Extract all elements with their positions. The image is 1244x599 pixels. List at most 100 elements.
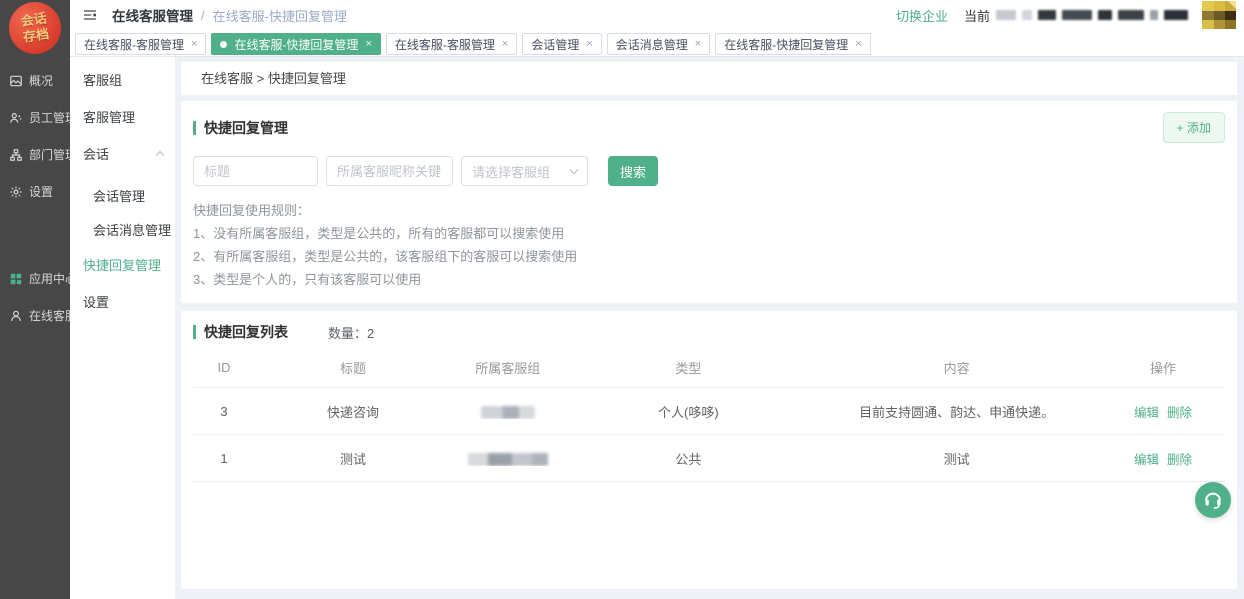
edit-link[interactable]: 编辑 [1134, 453, 1159, 467]
brand-logo: 会话 存档 [6, 0, 65, 57]
delete-link[interactable]: 删除 [1167, 406, 1192, 420]
close-icon[interactable]: × [365, 38, 371, 50]
app-window: 会话 存档 概况 员工管理 部门管理 设置 应用中心 [0, 0, 1244, 599]
subnav-label: 快捷回复管理 [83, 255, 161, 274]
redacted-group-name [481, 406, 535, 419]
secondary-sidebar: 客服组 客服管理 会话 会话管理 会话消息管理 快捷回复管理 [70, 57, 175, 599]
add-button[interactable]: + 添加 [1163, 112, 1225, 143]
table-row: 1 测试 公共 测试 编辑删除 [193, 435, 1225, 482]
tab-label: 在线客服-客服管理 [84, 36, 184, 53]
cell-actions: 编辑删除 [1101, 402, 1225, 421]
count-badge: 数量：2 [328, 323, 374, 342]
staff-icon [9, 111, 23, 125]
chevron-up-icon [156, 151, 164, 159]
primary-sidebar: 会话 存档 概况 员工管理 部门管理 设置 应用中心 [0, 0, 70, 599]
primary-nav: 概况 员工管理 部门管理 设置 应用中心 在线客服 [0, 62, 70, 334]
tab-session-mgmt[interactable]: 会话管理 × [522, 33, 601, 55]
subnav-label: 会话消息管理 [93, 220, 171, 239]
tab-label: 会话消息管理 [616, 36, 688, 53]
close-icon[interactable]: × [191, 38, 197, 50]
page-breadcrumb: 在线客服 > 快捷回复管理 [181, 62, 1237, 95]
subnav-item-quick-reply-mgmt[interactable]: 快捷回复管理 [70, 246, 175, 283]
sidebar-item-app-center[interactable]: 应用中心 [0, 260, 70, 297]
subnav-item-session[interactable]: 会话 [70, 135, 175, 172]
redacted-group-name [468, 453, 548, 466]
close-icon[interactable]: × [695, 38, 701, 50]
tab-online-service-agent-mgmt-2[interactable]: 在线客服-客服管理 × [386, 33, 517, 55]
subnav-item-settings[interactable]: 设置 [70, 283, 175, 320]
title-search-input[interactable] [193, 156, 318, 186]
edit-link[interactable]: 编辑 [1134, 406, 1159, 420]
tab-online-service-agent-mgmt[interactable]: 在线客服-客服管理 × [75, 33, 206, 55]
agent-nickname-keyword-input[interactable] [326, 156, 453, 186]
close-icon[interactable]: × [586, 38, 592, 50]
cell-title: 快递咨询 [255, 402, 451, 421]
sidebar-item-overview[interactable]: 概况 [0, 62, 70, 99]
chevron-down-icon [570, 165, 578, 173]
quick-reply-table: ID 标题 所属客服组 类型 内容 操作 3 快递咨询 个人(哆哆) [193, 348, 1225, 482]
subnav-item-session-mgmt[interactable]: 会话管理 [70, 178, 175, 212]
breadcrumb-current: 在线客服-快捷回复管理 [213, 6, 347, 25]
title-accent-bar [193, 325, 196, 339]
brand-logo-line2: 存档 [22, 26, 50, 45]
cell-content: 目前支持圆通、韵达、申通快递。 [812, 402, 1101, 421]
cell-type: 个人(哆哆) [565, 402, 813, 421]
title-accent-bar [193, 121, 196, 135]
sidebar-item-online-service[interactable]: 在线客服 [0, 297, 70, 334]
switch-company-link[interactable]: 切换企业 [896, 6, 948, 25]
customer-service-fab[interactable] [1195, 482, 1231, 518]
search-button[interactable]: 搜索 [608, 156, 658, 186]
user-avatar[interactable] [1202, 1, 1236, 29]
quick-reply-list-card: 快捷回复列表 数量：2 ID 标题 所属客服组 类型 内容 操作 [181, 311, 1237, 589]
sidebar-spacer [0, 210, 70, 260]
sidebar-item-settings[interactable]: 设置 [0, 173, 70, 210]
subnav-label: 客服管理 [83, 107, 135, 126]
col-header-group: 所属客服组 [451, 358, 565, 377]
usage-rules: 快捷回复使用规则： 1、没有所属客服组，类型是公共的，所有的客服都可以搜索使用 … [193, 199, 1225, 291]
active-dot-icon [220, 41, 227, 48]
sidebar-item-staff[interactable]: 员工管理 [0, 99, 70, 136]
delete-link[interactable]: 删除 [1167, 453, 1192, 467]
col-header-id: ID [193, 360, 255, 375]
main-content: 在线客服 > 快捷回复管理 快捷回复管理 + 添加 请选择客服组 [175, 57, 1244, 599]
subnav-item-session-message-mgmt[interactable]: 会话消息管理 [70, 212, 175, 246]
rule-line: 1、没有所属客服组，类型是公共的，所有的客服都可以搜索使用 [193, 222, 1225, 245]
close-icon[interactable]: × [502, 38, 508, 50]
cell-actions: 编辑删除 [1101, 449, 1225, 468]
subnav-item-agent-group[interactable]: 客服组 [70, 61, 175, 98]
col-header-type: 类型 [565, 358, 813, 377]
select-placeholder: 请选择客服组 [472, 162, 571, 181]
rules-title: 快捷回复使用规则： [193, 199, 1225, 222]
close-icon[interactable]: × [855, 38, 861, 50]
headset-icon [1202, 489, 1224, 511]
current-company-label: 当前 [964, 6, 990, 25]
card-title: 快捷回复管理 [204, 118, 288, 138]
quick-reply-manage-card: 快捷回复管理 + 添加 请选择客服组 搜索 快捷回复使用规则： [181, 101, 1237, 303]
sidebar-item-department[interactable]: 部门管理 [0, 136, 70, 173]
redacted-company-info [996, 10, 1188, 20]
subnav-label: 会话 [83, 144, 109, 163]
tab-label: 会话管理 [531, 36, 579, 53]
table-row: 3 快递咨询 个人(哆哆) 目前支持圆通、韵达、申通快递。 编辑删除 [193, 388, 1225, 435]
tab-label: 在线客服-快捷回复管理 [724, 36, 848, 53]
tab-session-message-mgmt[interactable]: 会话消息管理 × [607, 33, 710, 55]
department-icon [9, 148, 23, 162]
subnav-label: 客服组 [83, 70, 122, 89]
app-center-icon [9, 272, 23, 286]
agent-group-select[interactable]: 请选择客服组 [461, 156, 588, 186]
breadcrumb-root[interactable]: 在线客服管理 [112, 5, 193, 25]
subnav-item-agent-mgmt[interactable]: 客服管理 [70, 98, 175, 135]
tab-quick-reply-mgmt[interactable]: 在线客服-快捷回复管理 × [715, 33, 870, 55]
tab-label: 在线客服-快捷回复管理 [234, 36, 358, 53]
open-tabs-bar: 在线客服-客服管理 × 在线客服-快捷回复管理 × 在线客服-客服管理 × 会话… [70, 30, 1244, 57]
col-header-title: 标题 [255, 358, 451, 377]
cell-title: 测试 [255, 449, 451, 468]
collapse-menu-icon[interactable] [82, 7, 98, 23]
cell-group [451, 450, 565, 465]
count-label: 数量： [328, 326, 367, 341]
card-title: 快捷回复列表 [204, 322, 288, 342]
cell-type: 公共 [565, 449, 813, 468]
count-value: 2 [367, 326, 374, 341]
breadcrumb-separator: / [201, 8, 205, 23]
tab-quick-reply-mgmt-active[interactable]: 在线客服-快捷回复管理 × [211, 33, 380, 55]
